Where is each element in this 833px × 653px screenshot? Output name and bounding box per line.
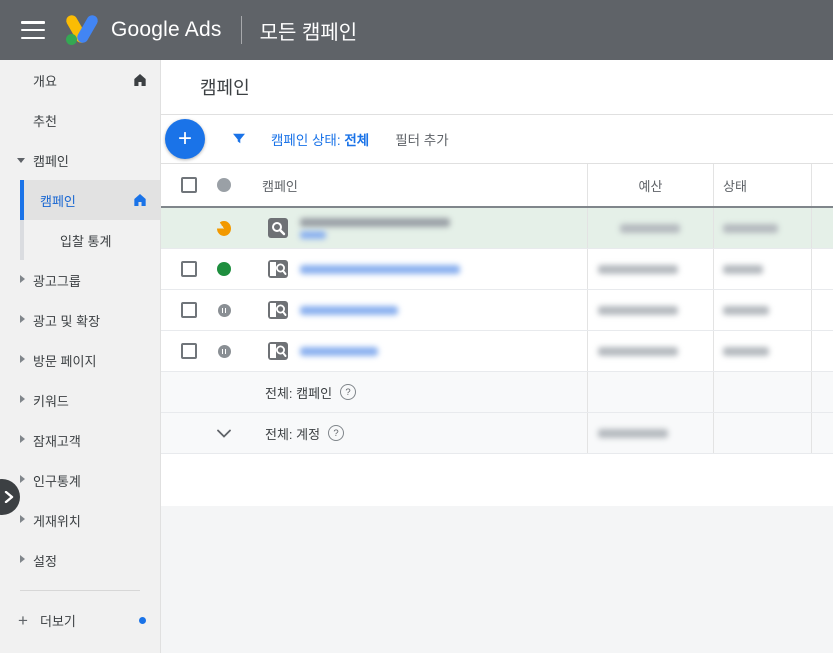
content-header: 캠페인 xyxy=(161,60,833,115)
sidebar-item-ad-groups[interactable]: 광고그룹 xyxy=(0,260,160,300)
sidebar-item-placements[interactable]: 게재위치 xyxy=(0,500,160,540)
sidebar-item-landing-pages[interactable]: 방문 페이지 xyxy=(0,340,160,380)
redacted-budget xyxy=(598,265,678,274)
total-campaigns-label: 전체: 캠페인 xyxy=(265,383,332,402)
learning-status-icon xyxy=(217,221,231,236)
top-app-bar: Google Ads 모든 캠페인 xyxy=(0,0,833,60)
page-title: 캠페인 xyxy=(200,74,250,100)
redacted-campaign-name[interactable] xyxy=(300,306,398,315)
select-all-checkbox[interactable] xyxy=(181,177,197,193)
row-checkbox[interactable] xyxy=(181,343,197,359)
table-row xyxy=(161,249,833,290)
redacted-budget xyxy=(598,306,678,315)
total-account-row: 전체: 계정 ? xyxy=(161,413,833,454)
redacted-status xyxy=(723,306,769,315)
column-header-status[interactable]: 상태 xyxy=(723,176,747,195)
sidebar-divider xyxy=(20,590,140,591)
campaign-status-filter[interactable]: 캠페인 상태: 전체 xyxy=(271,129,369,149)
column-header-budget[interactable]: 예산 xyxy=(639,176,663,195)
add-campaign-button[interactable]: + xyxy=(165,119,205,159)
sidebar-item-ads-extensions[interactable]: 광고 및 확장 xyxy=(0,300,160,340)
chevron-down-icon xyxy=(17,158,25,163)
redacted-budget xyxy=(620,224,680,233)
redacted-total-budget xyxy=(598,429,668,438)
doc-search-campaign-icon xyxy=(266,339,290,363)
filter-value: 전체 xyxy=(344,133,369,148)
menu-icon[interactable] xyxy=(21,21,45,39)
notification-dot xyxy=(139,617,146,624)
home-icon xyxy=(132,72,148,91)
redacted-status xyxy=(723,347,769,356)
chevron-right-icon xyxy=(20,395,25,403)
chevron-right-icon xyxy=(20,475,25,483)
brand-name: Google Ads xyxy=(111,18,222,42)
chevron-right-icon xyxy=(20,515,25,523)
enabled-status-icon xyxy=(217,262,231,276)
selected-rail xyxy=(20,180,24,220)
sub-rail xyxy=(20,220,24,260)
table-row xyxy=(161,331,833,372)
page-background xyxy=(161,506,833,653)
chevron-right-icon xyxy=(20,315,25,323)
table-row xyxy=(161,208,833,249)
sidebar-item-recommendations[interactable]: 추천 xyxy=(0,100,160,140)
total-account-label: 전체: 계정 xyxy=(265,424,320,443)
doc-search-campaign-icon xyxy=(266,257,290,281)
expand-totals-icon[interactable] xyxy=(217,429,231,438)
redacted-status xyxy=(723,224,778,233)
sidebar-item-campaigns[interactable]: 캠페인 xyxy=(20,180,160,220)
main-content: 캠페인 + 캠페인 상태: 전체 필터 추가 캠페인 예산 상태 xyxy=(161,60,833,653)
sidebar-item-overview[interactable]: 개요 xyxy=(0,60,160,100)
total-campaigns-row: 전체: 캠페인 ? xyxy=(161,372,833,413)
sidebar-item-audiences[interactable]: 잠재고객 xyxy=(0,420,160,460)
chevron-right-icon xyxy=(20,435,25,443)
table-footer-spacer xyxy=(161,454,833,506)
paused-status-icon xyxy=(218,345,231,358)
doc-search-campaign-icon xyxy=(266,298,290,322)
row-checkbox[interactable] xyxy=(181,261,197,277)
redacted-campaign-name[interactable] xyxy=(300,265,460,274)
help-icon[interactable]: ? xyxy=(340,384,356,400)
filter-icon[interactable] xyxy=(230,130,248,148)
google-ads-logo-icon xyxy=(65,16,99,44)
chevron-right-icon xyxy=(20,555,25,563)
home-icon-selected xyxy=(132,192,148,211)
redacted-budget xyxy=(598,347,678,356)
redacted-campaign-name[interactable] xyxy=(300,218,450,239)
sidebar-item-more[interactable]: + 더보기 xyxy=(0,600,160,640)
table-row xyxy=(161,290,833,331)
chevron-right-icon xyxy=(20,355,25,363)
topbar-page-title: 모든 캠페인 xyxy=(260,16,358,45)
table-header-row: 캠페인 예산 상태 xyxy=(161,164,833,208)
topbar-divider xyxy=(241,16,242,44)
sidebar-item-campaigns-parent[interactable]: 캠페인 xyxy=(0,140,160,180)
left-navigation: 개요 추천 캠페인 캠페인 입찰 통계 광고그룹 광고 및 확장 방문 페이지 … xyxy=(0,60,161,653)
status-column-icon xyxy=(217,178,231,192)
filter-toolbar: + 캠페인 상태: 전체 필터 추가 xyxy=(161,115,833,164)
paused-status-icon xyxy=(218,304,231,317)
plus-icon: + xyxy=(18,611,28,631)
sidebar-item-auction-insights[interactable]: 입찰 통계 xyxy=(20,220,160,260)
redacted-campaign-name[interactable] xyxy=(300,347,378,356)
sidebar-item-keywords[interactable]: 키워드 xyxy=(0,380,160,420)
sidebar-item-settings[interactable]: 설정 xyxy=(0,540,160,580)
add-filter-button[interactable]: 필터 추가 xyxy=(395,129,448,149)
row-checkbox[interactable] xyxy=(181,302,197,318)
search-campaign-icon xyxy=(266,216,290,240)
chevron-right-icon xyxy=(20,275,25,283)
sidebar-item-demographics[interactable]: 인구통계 xyxy=(0,460,160,500)
column-header-campaign[interactable]: 캠페인 xyxy=(262,176,298,195)
redacted-status xyxy=(723,265,763,274)
help-icon[interactable]: ? xyxy=(328,425,344,441)
